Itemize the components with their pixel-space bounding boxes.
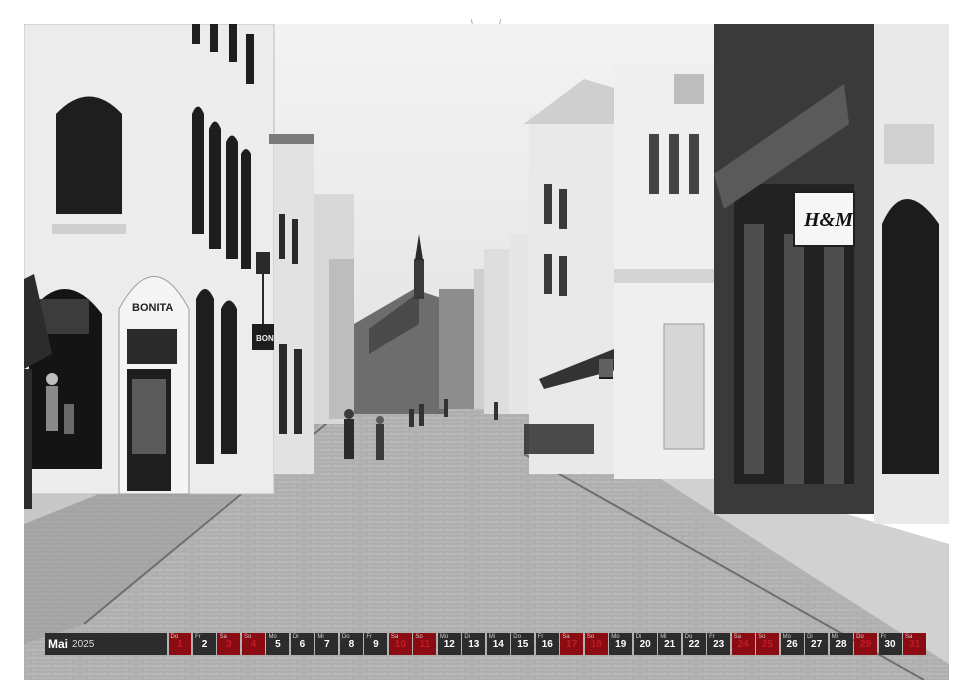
day-number: 29 <box>859 639 872 650</box>
day-number: 7 <box>324 639 330 650</box>
day-number: 14 <box>492 639 504 650</box>
day-cell: So 18 <box>584 633 608 655</box>
day-cell: So 4 <box>241 633 265 655</box>
day-cell: Di 13 <box>462 633 486 655</box>
day-number: 8 <box>348 639 355 650</box>
day-number: 25 <box>762 639 774 650</box>
day-number: 17 <box>566 639 578 650</box>
day-number: 10 <box>394 639 406 650</box>
day-number: 26 <box>786 639 798 650</box>
day-cell: Do 29 <box>854 633 878 655</box>
day-cell: Do 22 <box>682 633 706 655</box>
day-cell: Sa 17 <box>560 633 584 655</box>
day-cell: Mi 7 <box>315 633 339 655</box>
day-cell: Sa 31 <box>903 633 927 655</box>
calendar-month-bar: Mai 2025 Do 1 Fr 2 Sa 3 So 4 Mo 5 Di 6 Mi 7 Do 8 Fr 9 Sa 10… <box>45 633 927 655</box>
day-number: 11 <box>419 639 431 650</box>
day-number: 3 <box>226 639 232 650</box>
day-cell: Di 20 <box>633 633 657 655</box>
day-cell: Sa 24 <box>731 633 755 655</box>
bonita-wall-sign: BONITA <box>132 302 173 314</box>
day-cell: Mi 21 <box>658 633 682 655</box>
day-number: 2 <box>201 639 208 650</box>
day-cell: Mi 14 <box>486 633 510 655</box>
day-cell: Do 8 <box>339 633 363 655</box>
day-number: 6 <box>299 639 306 650</box>
day-number: 15 <box>517 639 529 650</box>
day-cell: Sa 3 <box>217 633 241 655</box>
day-cell: Fr 23 <box>707 633 731 655</box>
month-label-box: Mai 2025 <box>45 633 167 655</box>
day-cell: Fr 9 <box>364 633 388 655</box>
day-number: 23 <box>713 639 725 650</box>
day-number: 4 <box>250 639 257 650</box>
month-name: Mai <box>48 637 69 651</box>
hm-sign: H&M <box>803 209 854 231</box>
day-number: 30 <box>884 639 896 650</box>
day-cell: Mo 12 <box>437 633 461 655</box>
day-number: 24 <box>737 639 749 650</box>
day-cell: Do 15 <box>511 633 535 655</box>
day-cell: Fr 2 <box>192 633 216 655</box>
day-cell: Fr 30 <box>878 633 902 655</box>
day-cell: Mo 26 <box>780 633 804 655</box>
day-number: 16 <box>541 639 553 650</box>
day-cell: So 11 <box>413 633 437 655</box>
day-cell: Sa 10 <box>388 633 412 655</box>
day-number: 5 <box>275 639 281 650</box>
day-cell: Do 1 <box>168 633 192 655</box>
day-number: 22 <box>688 639 700 650</box>
day-number: 18 <box>590 639 602 650</box>
day-number: 27 <box>811 639 823 650</box>
month-year: 2025 <box>72 638 95 650</box>
day-cell: Mo 19 <box>609 633 633 655</box>
day-cell: So 25 <box>756 633 780 655</box>
day-number: 28 <box>835 639 847 650</box>
day-number: 1 <box>177 639 183 650</box>
day-number: 12 <box>443 639 455 650</box>
day-number: 31 <box>908 639 921 650</box>
day-cell: Mo 5 <box>266 633 290 655</box>
day-cell: Di 27 <box>805 633 829 655</box>
street-photo: BONITA BONITA H&M <box>24 24 949 680</box>
day-number: 21 <box>664 639 676 650</box>
day-cell: Di 6 <box>290 633 314 655</box>
day-cell: Mi 28 <box>829 633 853 655</box>
day-number: 13 <box>468 639 480 650</box>
day-number: 20 <box>639 639 651 650</box>
day-number: 19 <box>615 639 627 650</box>
day-cell: Fr 16 <box>535 633 559 655</box>
day-number: 9 <box>373 639 379 650</box>
